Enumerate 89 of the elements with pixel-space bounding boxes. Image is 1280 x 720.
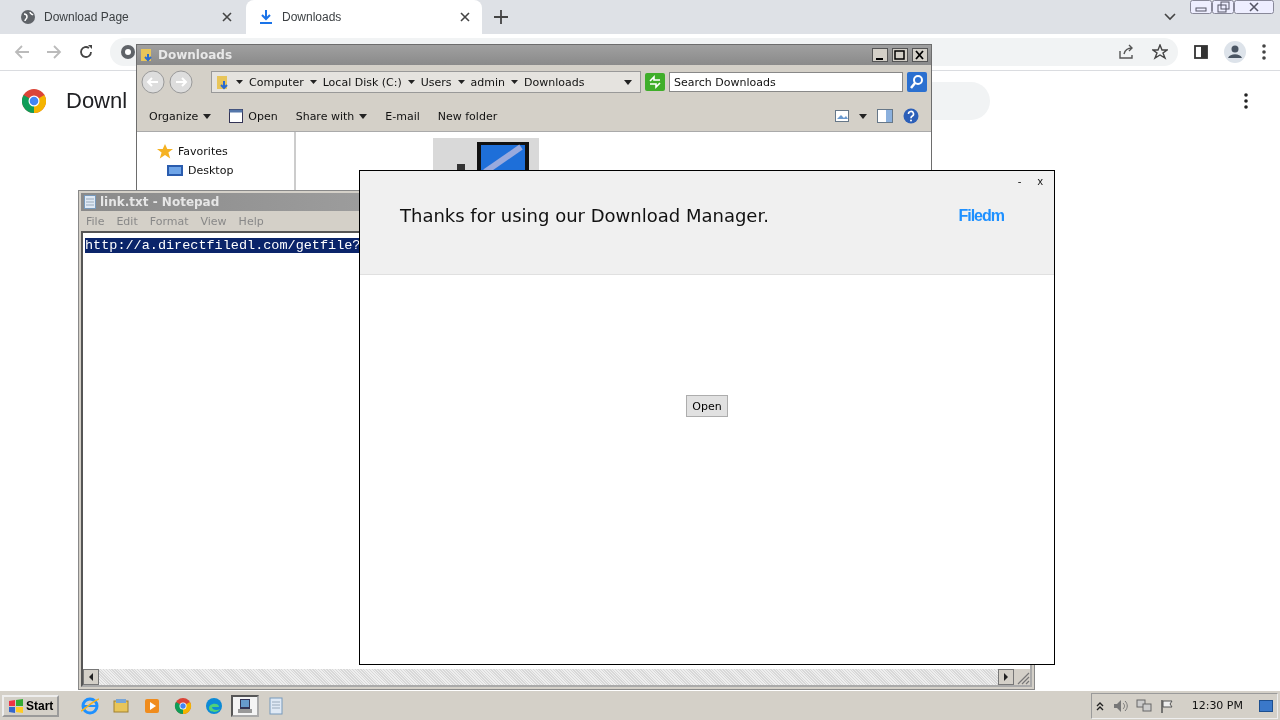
restore-icon[interactable] xyxy=(1212,0,1234,14)
toolbar-button[interactable]: Share with xyxy=(291,107,372,125)
breadcrumb-item[interactable]: Users xyxy=(420,75,452,89)
toolbar-button[interactable]: New folder xyxy=(433,107,502,125)
share-icon[interactable] xyxy=(1118,44,1136,60)
toolbar-button[interactable]: Organize xyxy=(145,107,216,125)
reload-icon[interactable] xyxy=(78,44,94,60)
download-icon xyxy=(258,9,274,25)
address-field[interactable]: Computer Local Disk (C:) Users admin Downloads xyxy=(211,71,641,93)
nav-item[interactable]: Favorites xyxy=(137,142,294,161)
toolbar-button[interactable]: Open xyxy=(225,107,282,125)
close-icon[interactable] xyxy=(460,12,470,22)
browser-tab[interactable]: Downloads xyxy=(246,0,482,34)
tab-title: Download Page xyxy=(44,10,130,24)
folder-icon xyxy=(112,696,131,715)
network-icon[interactable] xyxy=(1135,698,1152,713)
close-button[interactable] xyxy=(912,48,928,62)
forward-icon[interactable] xyxy=(169,70,193,94)
dialog-message: Thanks for using our Download Manager. xyxy=(400,205,770,226)
chrome-icon xyxy=(120,44,136,60)
star-icon xyxy=(157,143,173,160)
window-title: link.txt - Notepad xyxy=(100,195,220,209)
browser-icon xyxy=(81,696,100,715)
breadcrumb-item[interactable]: Downloads xyxy=(524,75,585,89)
chrome-icon xyxy=(174,696,193,715)
open-button[interactable]: Open xyxy=(686,395,728,417)
chevron-down-icon[interactable] xyxy=(1164,13,1176,21)
edge-icon xyxy=(205,696,224,715)
scroll-left-icon[interactable] xyxy=(83,669,99,685)
chrome-logo-icon xyxy=(22,89,46,113)
window-title: Downloads xyxy=(158,48,233,62)
flag-icon[interactable] xyxy=(1159,698,1174,713)
caret-icon[interactable] xyxy=(457,80,465,84)
back-icon[interactable] xyxy=(141,70,165,94)
minimize-icon[interactable] xyxy=(1190,0,1212,14)
close-button[interactable]: x xyxy=(1034,175,1046,191)
globe-icon xyxy=(20,9,36,25)
profile-icon[interactable] xyxy=(1224,41,1246,63)
new-tab-icon[interactable] xyxy=(494,10,508,24)
caret-icon[interactable] xyxy=(624,79,632,85)
logo: Filedm xyxy=(958,206,1004,225)
scroll-right-icon[interactable] xyxy=(998,669,1014,685)
more-icon[interactable] xyxy=(1244,93,1248,109)
caret-icon xyxy=(203,113,212,119)
windows-logo-icon xyxy=(8,698,24,713)
search-icon[interactable] xyxy=(907,72,927,92)
caret-icon[interactable] xyxy=(859,113,867,119)
caret-icon[interactable] xyxy=(309,80,317,84)
preview-pane-icon[interactable] xyxy=(877,109,893,123)
minimize-button[interactable]: - xyxy=(1014,175,1025,191)
installer-icon xyxy=(236,696,255,715)
view-icon[interactable] xyxy=(835,110,849,122)
close-icon[interactable] xyxy=(1234,0,1274,14)
caret-icon[interactable] xyxy=(236,80,243,84)
minimize-button[interactable] xyxy=(872,48,888,62)
browser-tab[interactable]: Download Page xyxy=(8,0,244,34)
folder-icon xyxy=(216,74,230,90)
media-player-icon xyxy=(143,696,162,715)
scrollbar[interactable] xyxy=(83,669,1030,685)
help-icon[interactable] xyxy=(903,108,919,124)
chevron-up-icon[interactable] xyxy=(1095,700,1104,711)
resize-grip-icon[interactable] xyxy=(1014,669,1030,685)
notepad-icon xyxy=(84,195,96,209)
notepad-icon xyxy=(267,696,286,715)
star-icon[interactable] xyxy=(1152,44,1168,60)
toolbar-button[interactable]: E-mail xyxy=(381,107,424,125)
breadcrumb-item[interactable]: admin xyxy=(470,75,506,89)
menu-icon[interactable] xyxy=(1262,44,1266,60)
nav-item[interactable]: Desktop xyxy=(137,161,294,180)
caret-icon[interactable] xyxy=(511,80,519,84)
page-heading: Downl xyxy=(66,88,128,114)
start-button[interactable]: Start xyxy=(2,694,60,717)
side-panel-icon[interactable] xyxy=(1194,45,1208,59)
breadcrumb-item[interactable]: Computer xyxy=(249,75,304,89)
clock: 12:30 PM xyxy=(1191,699,1243,712)
maximize-button[interactable] xyxy=(892,48,908,62)
taskbar-button[interactable] xyxy=(231,694,260,717)
refresh-icon[interactable] xyxy=(645,73,665,91)
window-icon xyxy=(229,109,244,123)
tab-title: Downloads xyxy=(282,10,343,24)
desktop-icon xyxy=(167,162,183,179)
close-icon[interactable] xyxy=(222,12,232,22)
breadcrumb-item[interactable]: Local Disk (C:) xyxy=(322,75,402,89)
caret-icon xyxy=(359,113,368,119)
show-desktop-icon[interactable] xyxy=(1259,699,1273,712)
folder-icon xyxy=(140,48,154,62)
volume-icon[interactable] xyxy=(1111,698,1128,713)
caret-icon[interactable] xyxy=(407,80,415,84)
search-field[interactable]: Search Downloads xyxy=(669,72,903,92)
